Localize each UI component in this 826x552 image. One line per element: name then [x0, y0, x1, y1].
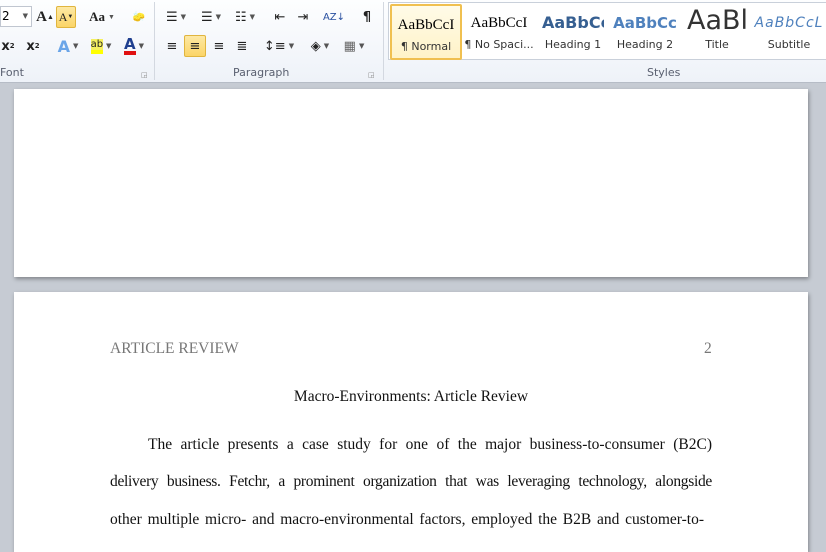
paragraph-dialog-launcher-icon[interactable]: ◲ — [368, 64, 375, 86]
page-number: 2 — [704, 340, 712, 357]
decrease-indent-icon[interactable]: ⇤ — [270, 6, 290, 28]
style-normal[interactable]: AaBbCcI ¶ Normal — [390, 4, 462, 60]
body-line: The article presents a case study for on… — [148, 436, 712, 453]
line-spacing-icon[interactable]: ↕≡ ▼ — [264, 35, 294, 57]
bullets-icon[interactable]: ☰ ▼ — [162, 6, 190, 28]
shading-icon[interactable]: ◈ ▼ — [306, 35, 334, 57]
style-preview: AaBbCcL — [754, 15, 824, 31]
style-subtitle[interactable]: AaBbCcL Subtitle — [753, 4, 825, 60]
increase-indent-icon[interactable]: ⇥ — [293, 6, 313, 28]
font-size-value: 2 — [2, 9, 10, 23]
subscript-icon[interactable]: x2 — [0, 35, 16, 57]
style-preview: AaBbCc — [613, 14, 677, 32]
font-size-box[interactable]: 2 ▼ — [0, 6, 32, 27]
style-name: Subtitle — [767, 38, 811, 51]
borders-icon[interactable]: ▦ ▼ — [340, 35, 368, 57]
style-preview: AaBbCc — [542, 13, 604, 32]
justify-icon[interactable]: ≣ — [232, 35, 252, 57]
highlight-icon[interactable]: ab ▼ — [86, 35, 116, 57]
style-no-spacing[interactable]: AaBbCcI ¶ No Spaci... — [463, 4, 535, 60]
style-heading-1[interactable]: AaBbCc Heading 1 — [537, 4, 609, 60]
font-color-icon[interactable]: A ▼ — [120, 35, 148, 57]
superscript-icon[interactable]: x2 — [24, 35, 42, 57]
style-preview: AaBbCcI — [470, 15, 528, 31]
multilevel-list-icon[interactable]: ☷ ▼ — [231, 6, 259, 28]
clear-formatting-icon[interactable]: 🧽 — [128, 6, 150, 28]
text-effects-icon[interactable]: A ▼ — [55, 35, 81, 57]
align-center-icon[interactable]: ≡ — [184, 35, 206, 57]
show-marks-icon[interactable]: ¶ — [358, 6, 376, 28]
styles-group-label: Styles — [647, 66, 681, 79]
ribbon: 2 ▼ A ▲ A ▼ Aa ▼ 🧽 x2 x2 A ▼ ab ▼ A ▼ Font ◲ ☰ ▼… — [0, 0, 826, 83]
page-1 — [14, 89, 808, 277]
numbering-icon[interactable]: ☰ ▼ — [197, 6, 225, 28]
style-name: Heading 1 — [544, 38, 602, 51]
style-title[interactable]: AaBl Title — [681, 4, 753, 60]
document-title: Macro-Environments: Article Review — [293, 388, 529, 405]
paragraph-group-label: Paragraph — [233, 66, 290, 79]
body-line: delivery business. Fetchr, a prominent o… — [110, 473, 712, 490]
style-name: Heading 2 — [616, 38, 674, 51]
shrink-font-icon[interactable]: A ▼ — [56, 6, 76, 28]
change-case-icon[interactable]: Aa ▼ — [88, 6, 116, 28]
style-name: Title — [705, 38, 729, 51]
styles-gallery: AaBbCcI ¶ Normal AaBbCcI ¶ No Spaci... AaB… — [388, 2, 826, 60]
sort-icon[interactable]: AZ↓ — [323, 6, 345, 28]
style-heading-2[interactable]: AaBbCc Heading 2 — [609, 4, 681, 60]
align-left-icon[interactable]: ≡ — [162, 35, 182, 57]
body-line: other multiple micro- and macro-environm… — [110, 511, 704, 528]
style-preview: AaBl — [687, 5, 747, 36]
font-dialog-launcher-icon[interactable]: ◲ — [141, 64, 148, 86]
style-preview: AaBbCcI — [397, 17, 455, 33]
style-name: ¶ No Spaci... — [464, 38, 534, 51]
align-right-icon[interactable]: ≡ — [209, 35, 229, 57]
page-2[interactable]: ARTICLE REVIEW 2 Macro-Environments: Art… — [14, 292, 808, 552]
style-name: ¶ Normal — [400, 40, 452, 53]
grow-font-icon[interactable]: A ▲ — [35, 6, 55, 28]
header-text: ARTICLE REVIEW — [110, 340, 239, 357]
font-group-label: Font — [0, 66, 24, 79]
